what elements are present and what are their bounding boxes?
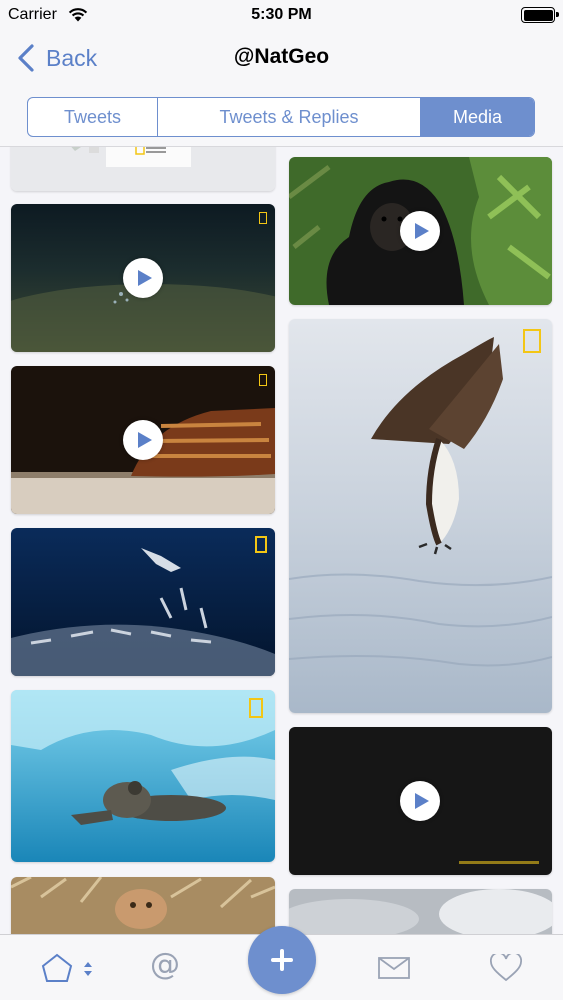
natgeo-logo-icon (523, 329, 541, 353)
media-tile[interactable] (289, 319, 552, 713)
media-tile[interactable] (11, 147, 275, 191)
play-icon[interactable] (400, 781, 440, 821)
play-icon[interactable] (123, 258, 163, 298)
heart-icon[interactable] (490, 954, 522, 982)
mail-icon[interactable] (378, 957, 410, 979)
media-tile[interactable] (11, 366, 275, 514)
back-button[interactable]: Back (14, 42, 97, 74)
media-grid (0, 147, 563, 934)
play-icon[interactable] (123, 420, 163, 460)
segment-tweets-replies[interactable]: Tweets & Replies (157, 98, 420, 136)
media-thumbnail (11, 877, 275, 934)
media-tile[interactable] (289, 889, 552, 934)
sort-arrows-icon[interactable] (83, 961, 93, 977)
media-thumbnail (11, 690, 275, 862)
natgeo-logo-icon (259, 374, 267, 386)
media-thumbnail (11, 147, 275, 191)
natgeo-logo-icon (259, 212, 267, 224)
segment-media[interactable]: Media (420, 98, 534, 136)
media-tile[interactable] (289, 727, 552, 875)
media-tile[interactable] (11, 690, 275, 862)
home-icon[interactable] (40, 953, 74, 983)
at-icon[interactable]: @ (150, 947, 180, 982)
segment-tweets[interactable]: Tweets (28, 98, 157, 136)
battery-icon (521, 7, 559, 23)
natgeo-logo-icon (255, 536, 267, 553)
media-thumbnail (289, 319, 552, 713)
media-tile[interactable] (11, 877, 275, 934)
media-thumbnail (11, 528, 275, 676)
navigation-bar: Back @NatGeo (0, 30, 563, 86)
back-label: Back (46, 44, 98, 71)
timeline-segmented-control: Tweets Tweets & Replies Media (27, 97, 535, 137)
media-thumbnail (289, 889, 552, 934)
play-icon[interactable] (400, 211, 440, 251)
media-tile[interactable] (289, 157, 552, 305)
natgeo-logo-icon (249, 698, 263, 718)
media-tile[interactable] (11, 528, 275, 676)
chevron-left-icon (18, 44, 34, 72)
clock: 5:30 PM (251, 6, 312, 23)
status-bar: Carrier 5:30 PM (0, 0, 563, 30)
media-tile[interactable] (11, 204, 275, 352)
compose-button[interactable] (248, 926, 316, 994)
